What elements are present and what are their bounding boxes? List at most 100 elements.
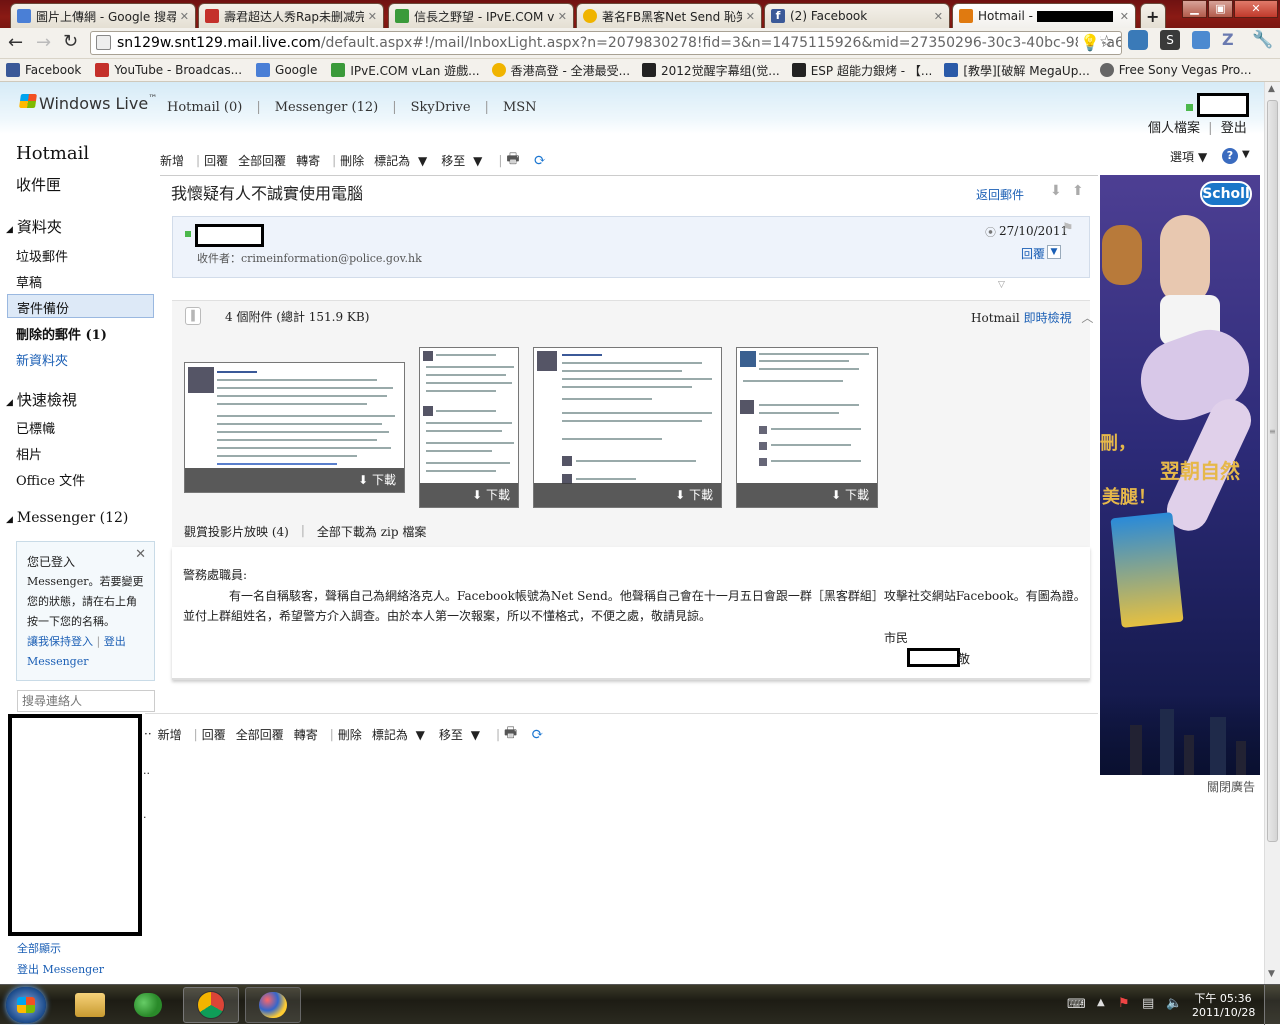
close-icon[interactable]: ✕ <box>135 545 146 565</box>
extension-icon[interactable] <box>1192 31 1210 49</box>
wrench-icon[interactable]: 🔧 <box>1252 30 1273 50</box>
attachment-thumbnail[interactable]: ⬇ 下載 <box>533 347 722 508</box>
instant-view-link[interactable]: Hotmail 即時檢視 ︿ <box>971 309 1093 326</box>
slideshow-link[interactable]: 觀賞投影片放映 (4) <box>184 523 289 540</box>
download-zip-link[interactable]: 全部下載為 zip 檔案 <box>317 523 426 540</box>
vertical-scrollbar[interactable]: ▲ ≡ ▼ <box>1264 82 1280 984</box>
bookmark-item[interactable]: Facebook <box>6 63 81 77</box>
attachment-thumbnail[interactable]: ⬇ 下載 <box>184 362 405 493</box>
close-icon[interactable]: ✕ <box>558 10 567 23</box>
reply-all-button[interactable]: 全部回覆 <box>238 152 286 169</box>
bookmark-item[interactable]: [教學][破解 MegaUp... <box>944 62 1090 79</box>
network-icon[interactable]: ▤ <box>1142 996 1154 1011</box>
bookmark-star-icon[interactable]: ☆ <box>1099 32 1114 52</box>
contact-search-input[interactable] <box>17 690 155 712</box>
download-button[interactable]: ⬇ 下載 <box>534 483 721 507</box>
scroll-down-arrow-icon[interactable]: ▼ <box>1268 969 1275 979</box>
explorer-taskbar-button[interactable] <box>62 987 118 1023</box>
bookmark-item[interactable]: Free Sony Vegas Pro... <box>1099 63 1252 77</box>
forward-icon[interactable]: → <box>36 32 51 53</box>
nav-hotmail[interactable]: Hotmail (0) <box>167 100 242 115</box>
windows-live-logo[interactable]: Windows Live ™ <box>19 94 157 113</box>
reply-dropdown-icon[interactable]: ▼ <box>1047 245 1061 259</box>
new-button[interactable]: 新增 <box>160 152 184 169</box>
new-button[interactable]: 新增 <box>158 726 182 743</box>
sidebar-item-junk[interactable]: 垃圾郵件 <box>16 246 68 265</box>
previous-message-icon[interactable]: ⬆ <box>1072 183 1084 199</box>
sidebar-item-office[interactable]: Office 文件 <box>16 470 85 489</box>
reply-button[interactable]: 回覆 <box>202 726 226 743</box>
browser-tab[interactable]: 著名FB黑客Net Send 恥笑 ✕ <box>576 3 762 28</box>
mark-as-dropdown[interactable]: 標記為 ▼ <box>374 152 431 169</box>
messenger-taskbar-button[interactable] <box>120 987 176 1023</box>
bookmark-item[interactable]: 香港高登 - 全港最受... <box>491 62 630 79</box>
bookmark-item[interactable]: ESP 超能力銀烤 - 【... <box>791 62 932 79</box>
close-ad-link[interactable]: 關閉廣告 <box>1207 778 1255 795</box>
stay-signed-in-link[interactable]: 讓我保持登入 <box>27 635 93 648</box>
logout-link[interactable]: 登出 <box>104 635 126 648</box>
back-icon[interactable]: ← <box>8 32 23 53</box>
show-all-link[interactable]: 全部顯示 <box>17 940 61 956</box>
move-to-dropdown[interactable]: 移至 ▼ <box>441 152 486 169</box>
reload-icon[interactable]: ↻ <box>63 31 78 52</box>
mark-as-dropdown[interactable]: 標記為 ▼ <box>372 726 429 743</box>
expand-arrow-icon[interactable]: ▽ <box>998 280 1005 290</box>
help-icon[interactable]: ? <box>1222 148 1238 164</box>
messenger-link[interactable]: Messenger <box>27 652 144 672</box>
new-tab-button[interactable]: + <box>1140 3 1166 28</box>
close-icon[interactable]: ✕ <box>1120 10 1129 23</box>
action-center-icon[interactable]: ⚑ <box>1118 996 1130 1011</box>
close-icon[interactable]: ✕ <box>746 10 755 23</box>
signout-link[interactable]: 登出 <box>1221 121 1247 136</box>
logout-messenger-link[interactable]: 登出 Messenger <box>17 961 104 977</box>
show-hidden-icons-icon[interactable]: ▲ <box>1097 997 1105 1008</box>
next-message-icon[interactable]: ⬇ <box>1050 183 1062 199</box>
recipient-address[interactable]: crimeinformation@police.gov.hk <box>241 252 422 265</box>
delete-button[interactable]: 刪除 <box>338 726 362 743</box>
nav-messenger[interactable]: Messenger (12) <box>275 100 378 115</box>
forward-button[interactable]: 轉寄 <box>296 152 320 169</box>
back-to-messages-link[interactable]: 返回郵件 <box>976 186 1024 203</box>
sidebar-item-photos[interactable]: 相片 <box>16 444 42 463</box>
bookmark-item[interactable]: Google <box>256 63 317 77</box>
bookmark-item[interactable]: YouTube - Broadcas... <box>95 63 242 77</box>
download-button[interactable]: ⬇ 下載 <box>420 483 518 507</box>
extension-z-icon[interactable]: Z <box>1222 30 1234 49</box>
close-window-button[interactable]: ✕ <box>1234 0 1278 18</box>
browser-tab-active[interactable]: Hotmail - ✕ <box>952 3 1136 28</box>
bookmark-item[interactable]: IPvE.COM vLan 遊戲... <box>331 62 480 79</box>
refresh-icon[interactable]: ⟳ <box>531 725 544 743</box>
advertisement[interactable]: Scholl 刪， 翌朝自然 美腿！ <box>1100 175 1260 775</box>
browser-tab[interactable]: f (2) Facebook ✕ <box>764 3 950 28</box>
download-button[interactable]: ⬇ 下載 <box>185 468 404 492</box>
sidebar-item-flagged[interactable]: 已標幟 <box>16 418 55 437</box>
nav-msn[interactable]: MSN <box>503 100 537 115</box>
sidebar-item-sent[interactable]: 寄件備份 <box>7 294 154 318</box>
extension-s-icon[interactable]: S <box>1160 30 1180 50</box>
scroll-up-arrow-icon[interactable]: ▲ <box>1268 84 1275 94</box>
maximize-button[interactable]: ▣ <box>1208 0 1233 18</box>
options-menu[interactable]: 選項 ▼ <box>1170 148 1211 165</box>
profile-link[interactable]: 個人檔案 <box>1148 121 1200 136</box>
paint-taskbar-button[interactable] <box>245 987 301 1023</box>
nav-skydrive[interactable]: SkyDrive <box>411 100 471 115</box>
lightbulb-icon[interactable]: 💡 <box>1078 33 1100 52</box>
move-to-dropdown[interactable]: 移至 ▼ <box>439 726 484 743</box>
print-icon[interactable]: 🖶 <box>506 148 519 172</box>
close-icon[interactable]: ✕ <box>180 10 189 23</box>
forward-button[interactable]: 轉寄 <box>294 726 318 743</box>
address-bar[interactable]: sn129w.snt129.mail.live.com/default.aspx… <box>90 31 1122 55</box>
extension-icon[interactable] <box>1128 30 1148 50</box>
browser-tab[interactable]: 壽君超达人秀Rap未删减完 ✕ <box>198 3 384 28</box>
refresh-icon[interactable]: ⟳ <box>534 151 547 169</box>
close-icon[interactable]: ✕ <box>934 10 943 23</box>
scroll-thumb[interactable] <box>1267 100 1278 842</box>
print-icon[interactable]: 🖶 <box>504 722 517 746</box>
new-folder-link[interactable]: 新資料夾 <box>16 350 68 369</box>
attachment-thumbnail[interactable]: ⬇ 下載 <box>419 347 519 508</box>
volume-icon[interactable]: 🔈 <box>1166 996 1182 1011</box>
sidebar-title[interactable]: Hotmail <box>16 143 89 164</box>
flag-icon[interactable]: ⚑ <box>1062 221 1074 236</box>
clock[interactable]: 下午 05:36 2011/10/28 <box>1192 990 1255 1019</box>
chrome-taskbar-button[interactable] <box>183 987 239 1023</box>
